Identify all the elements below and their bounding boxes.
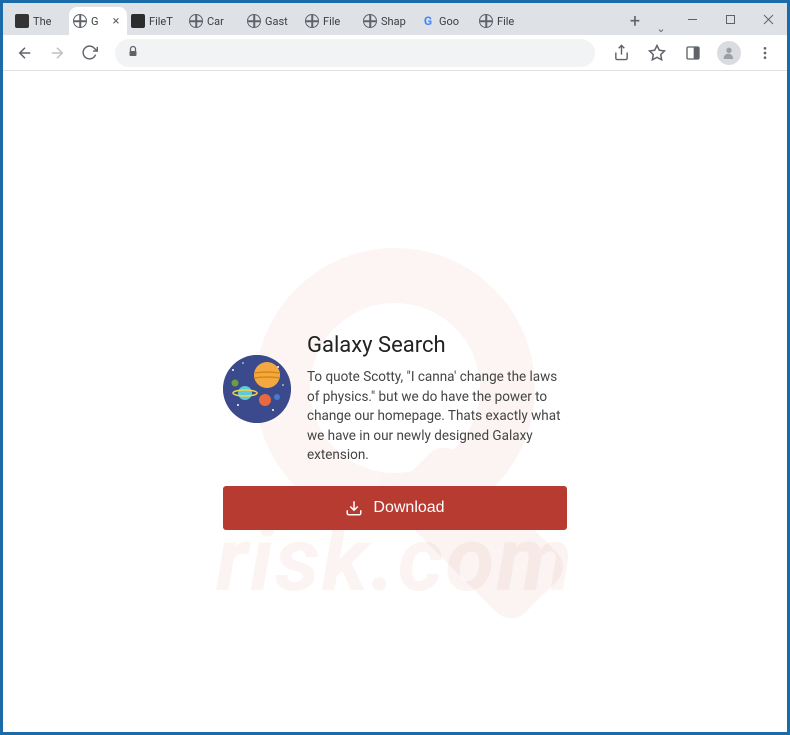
bookmark-icon[interactable] [643, 39, 671, 67]
tab-title: The [33, 15, 51, 28]
page-description: To quote Scotty, "I canna' change the la… [307, 368, 567, 466]
browser-tab[interactable]: Shap [359, 7, 417, 35]
globe-favicon [73, 14, 87, 28]
browser-tab[interactable]: File [475, 7, 533, 35]
browser-tab[interactable]: G× [69, 7, 127, 35]
maximize-button[interactable] [711, 7, 749, 31]
tab-title: FileT [149, 15, 173, 28]
reload-button[interactable] [75, 39, 103, 67]
browser-tab[interactable]: The [11, 7, 69, 35]
main-card: Galaxy Search To quote Scotty, "I canna'… [223, 333, 567, 530]
google-favicon: G [421, 14, 435, 28]
globe-favicon [479, 14, 493, 28]
folder-favicon [131, 14, 145, 28]
new-tab-button[interactable]: + [621, 7, 649, 35]
tab-title: Goo [439, 15, 459, 28]
globe-favicon [247, 14, 261, 28]
tab-title: Car [207, 15, 224, 28]
forward-button[interactable] [43, 39, 71, 67]
browser-tab[interactable]: Gast [243, 7, 301, 35]
globe-favicon [189, 14, 203, 28]
browser-tab[interactable]: FileT [127, 7, 185, 35]
tab-title: File [323, 15, 340, 28]
download-icon [345, 499, 363, 517]
reading-list-icon[interactable] [679, 39, 707, 67]
tab-overflow-button[interactable]: ⌄ [649, 20, 673, 35]
tab-strip: TheG×FileTCarGastFileShapGGooFile [11, 7, 621, 35]
profile-button[interactable] [715, 39, 743, 67]
tab-title: G [91, 15, 99, 28]
titlebar: TheG×FileTCarGastFileShapGGooFile + ⌄ [3, 3, 787, 35]
close-window-button[interactable] [749, 7, 787, 31]
share-icon[interactable] [607, 39, 635, 67]
page-title: Galaxy Search [307, 333, 567, 358]
profile-avatar-icon [717, 41, 741, 65]
globe-favicon [305, 14, 319, 28]
download-label: Download [373, 499, 444, 517]
browser-tab[interactable]: G Goo [417, 7, 475, 35]
browser-tab[interactable]: File [301, 7, 359, 35]
window-controls [673, 3, 787, 35]
browser-tab[interactable]: Car [185, 7, 243, 35]
tab-title: File [497, 15, 514, 28]
toolbar-actions [607, 39, 779, 67]
lock-icon [127, 45, 139, 61]
galaxy-planet-icon [223, 355, 291, 423]
page-content: risk.com [3, 71, 787, 732]
tab-title: Gast [265, 15, 288, 28]
toolbar [3, 35, 787, 71]
tab-title: Shap [381, 15, 406, 28]
download-button[interactable]: Download [223, 486, 567, 530]
minimize-button[interactable] [673, 7, 711, 31]
globe-favicon [363, 14, 377, 28]
printer-favicon [15, 14, 29, 28]
close-tab-icon[interactable]: × [109, 14, 123, 29]
menu-button[interactable] [751, 39, 779, 67]
address-bar[interactable] [115, 39, 595, 67]
back-button[interactable] [11, 39, 39, 67]
